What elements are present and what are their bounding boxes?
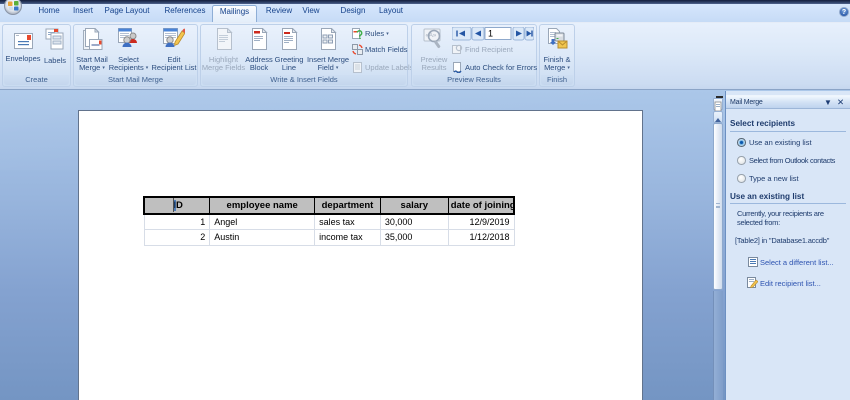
svg-text:«A»: «A» [426, 33, 437, 39]
svg-text:1: 1 [488, 29, 493, 39]
